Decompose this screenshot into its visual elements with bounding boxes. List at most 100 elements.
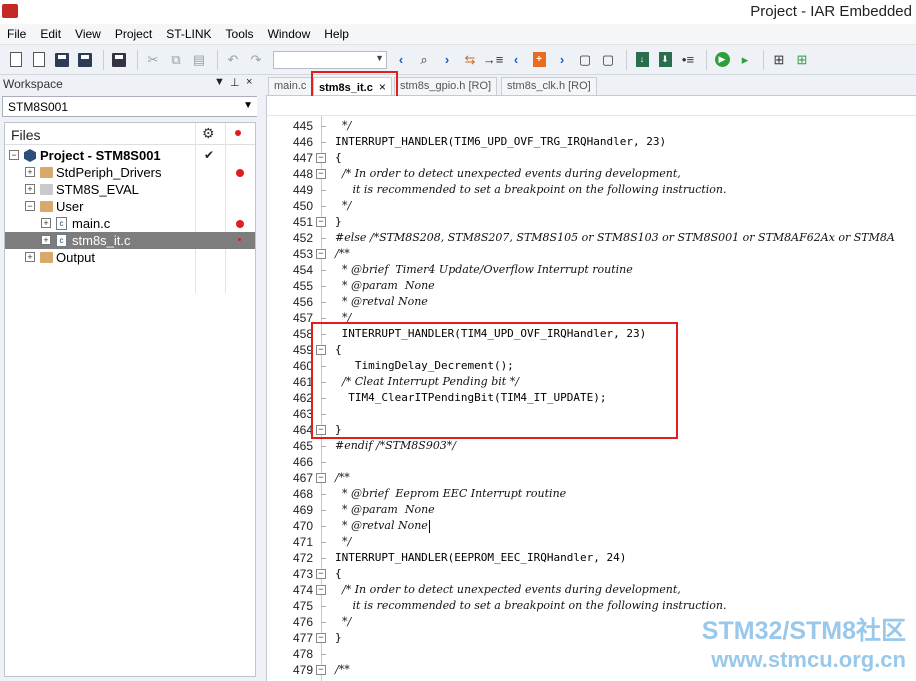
- menu-item-tools[interactable]: Tools: [219, 27, 261, 41]
- tree-item-main-c[interactable]: + c main.c: [5, 215, 255, 232]
- fold-toggle-icon[interactable]: −: [316, 633, 326, 643]
- menu-item-view[interactable]: View: [68, 27, 108, 41]
- open-icon[interactable]: [29, 50, 49, 70]
- code-line[interactable]: 449 it is recommended to set a breakpoin…: [267, 182, 916, 198]
- download-debug-icon[interactable]: ▶: [712, 50, 732, 70]
- tree-item-stm8s-it-c[interactable]: + c stm8s_it.c: [5, 232, 255, 249]
- tree-item-user[interactable]: − User: [5, 198, 255, 215]
- code-line[interactable]: 474− /* In order to detect unexpected ev…: [267, 582, 916, 598]
- toggle-bookmark-icon[interactable]: +: [529, 50, 549, 70]
- fold-guide: [321, 654, 326, 655]
- code-line[interactable]: 452 #else /*STM8S208, STM8S207, STM8S105 …: [267, 230, 916, 246]
- menu-item-st-link[interactable]: ST-LINK: [159, 27, 218, 41]
- close-icon[interactable]: ×: [246, 76, 252, 88]
- line-number: 478: [292, 647, 313, 661]
- code-line[interactable]: 466: [267, 454, 916, 470]
- code-line[interactable]: 456 * @retval None: [267, 294, 916, 310]
- tree-item-project-stm8s001[interactable]: − Project - STM8S001 ✔: [5, 147, 255, 164]
- line-number: 446: [292, 135, 313, 149]
- tab-stm8s-clk-h[interactable]: stm8s_clk.h [RO]: [501, 77, 597, 95]
- fold-toggle-icon[interactable]: −: [316, 169, 326, 179]
- print-icon[interactable]: [109, 50, 129, 70]
- expand-icon[interactable]: +: [41, 218, 51, 228]
- debug-without-download-icon[interactable]: ▸: [735, 50, 755, 70]
- cut-icon[interactable]: ✂: [143, 50, 163, 70]
- menu-item-help[interactable]: Help: [317, 27, 356, 41]
- code-line[interactable]: 454 * @brief Timer4 Update/Overflow Inte…: [267, 262, 916, 278]
- configuration-select[interactable]: STM8S001 ▼: [2, 96, 258, 117]
- paste-icon[interactable]: ▤: [189, 50, 209, 70]
- prev-bookmark-icon[interactable]: ‹: [506, 50, 526, 70]
- menu-item-window[interactable]: Window: [261, 27, 318, 41]
- expand-icon[interactable]: +: [25, 167, 35, 177]
- fold-guide: [321, 238, 326, 239]
- save-all-icon[interactable]: [75, 50, 95, 70]
- tab-stm8s-gpio-h[interactable]: stm8s_gpio.h [RO]: [394, 77, 498, 95]
- code-line[interactable]: 465 #endif /*STM8S903*/: [267, 438, 916, 454]
- code-line[interactable]: 445 */: [267, 118, 916, 134]
- code-line[interactable]: 467−/**: [267, 470, 916, 486]
- tree-item-label: Project - STM8S001: [40, 148, 161, 163]
- expand-icon[interactable]: +: [25, 252, 35, 262]
- menu-item-project[interactable]: Project: [108, 27, 159, 41]
- code-line[interactable]: 469 * @param None: [267, 502, 916, 518]
- line-number: 474: [292, 583, 313, 597]
- breakpoint-icon[interactable]: ⊞: [792, 50, 812, 70]
- collapse-icon[interactable]: −: [9, 150, 19, 160]
- save-icon[interactable]: [52, 50, 72, 70]
- goto-icon[interactable]: →≡: [483, 50, 504, 70]
- next-error-icon[interactable]: ▢: [598, 50, 618, 70]
- code-line[interactable]: 453−/**: [267, 246, 916, 262]
- find-icon[interactable]: ⌕: [414, 50, 434, 70]
- stop-build-icon[interactable]: •≡: [678, 50, 698, 70]
- fold-toggle-icon[interactable]: −: [316, 217, 326, 227]
- new-file-icon[interactable]: [6, 50, 26, 70]
- collapse-icon[interactable]: −: [25, 201, 35, 211]
- find-replace-icon[interactable]: ⇆: [460, 50, 480, 70]
- code-line[interactable]: 471 */: [267, 534, 916, 550]
- fold-toggle-icon[interactable]: −: [316, 585, 326, 595]
- code-line[interactable]: 447−{: [267, 150, 916, 166]
- breakpoint-list-icon[interactable]: ⊞: [769, 50, 789, 70]
- copy-icon[interactable]: ⧉: [166, 50, 186, 70]
- code-line[interactable]: 455 * @param None: [267, 278, 916, 294]
- menu-item-file[interactable]: File: [0, 27, 33, 41]
- code-line[interactable]: 446 INTERRUPT_HANDLER(TIM6_UPD_OVF_TRG_IR…: [267, 134, 916, 150]
- forward-icon[interactable]: ›: [437, 50, 457, 70]
- menu-item-edit[interactable]: Edit: [33, 27, 68, 41]
- fold-toggle-icon[interactable]: −: [316, 473, 326, 483]
- undo-icon[interactable]: ↶: [223, 50, 243, 70]
- code-annotation-box: [311, 322, 678, 439]
- code-line[interactable]: 448− /* In order to detect unexpected ev…: [267, 166, 916, 182]
- fold-toggle-icon[interactable]: −: [316, 665, 326, 675]
- expand-icon[interactable]: +: [25, 184, 35, 194]
- code-line[interactable]: 468 * @brief Eeprom EEC Interrupt routin…: [267, 486, 916, 502]
- fold-toggle-icon[interactable]: −: [316, 249, 326, 259]
- code-line[interactable]: 451−}: [267, 214, 916, 230]
- tree-item-stm8s-eval[interactable]: + STM8S_EVAL: [5, 181, 255, 198]
- redo-icon[interactable]: ↷: [246, 50, 266, 70]
- fold-guide: [321, 622, 326, 623]
- toolbar-separator: [137, 49, 138, 70]
- fold-toggle-icon[interactable]: −: [316, 153, 326, 163]
- panel-menu-icon[interactable]: ▼: [214, 76, 225, 88]
- modified-dot-icon: [238, 238, 241, 241]
- code-line[interactable]: 470 * @retval None: [267, 518, 916, 534]
- panel-splitter[interactable]: [257, 75, 266, 681]
- tree-item-stdperiph-drivers[interactable]: + StdPeriph_Drivers: [5, 164, 255, 181]
- back-icon[interactable]: ‹: [391, 50, 411, 70]
- expand-icon[interactable]: +: [41, 235, 51, 245]
- next-bookmark-icon[interactable]: ›: [552, 50, 572, 70]
- code-line[interactable]: 450 */: [267, 198, 916, 214]
- compile-icon[interactable]: ↓: [632, 50, 652, 70]
- prev-error-icon[interactable]: ▢: [575, 50, 595, 70]
- make-icon[interactable]: ⬇: [655, 50, 675, 70]
- code-line[interactable]: 473−{: [267, 566, 916, 582]
- pin-icon[interactable]: ⊥: [230, 76, 240, 89]
- tree-item-output[interactable]: + Output: [5, 249, 255, 266]
- fold-toggle-icon[interactable]: −: [316, 569, 326, 579]
- gear-icon[interactable]: ⚙: [202, 125, 215, 142]
- code-line[interactable]: 472 INTERRUPT_HANDLER(EEPROM_EEC_IRQHandl…: [267, 550, 916, 566]
- find-combo[interactable]: ▼: [273, 50, 387, 69]
- tab-main-c[interactable]: main.c: [268, 77, 313, 95]
